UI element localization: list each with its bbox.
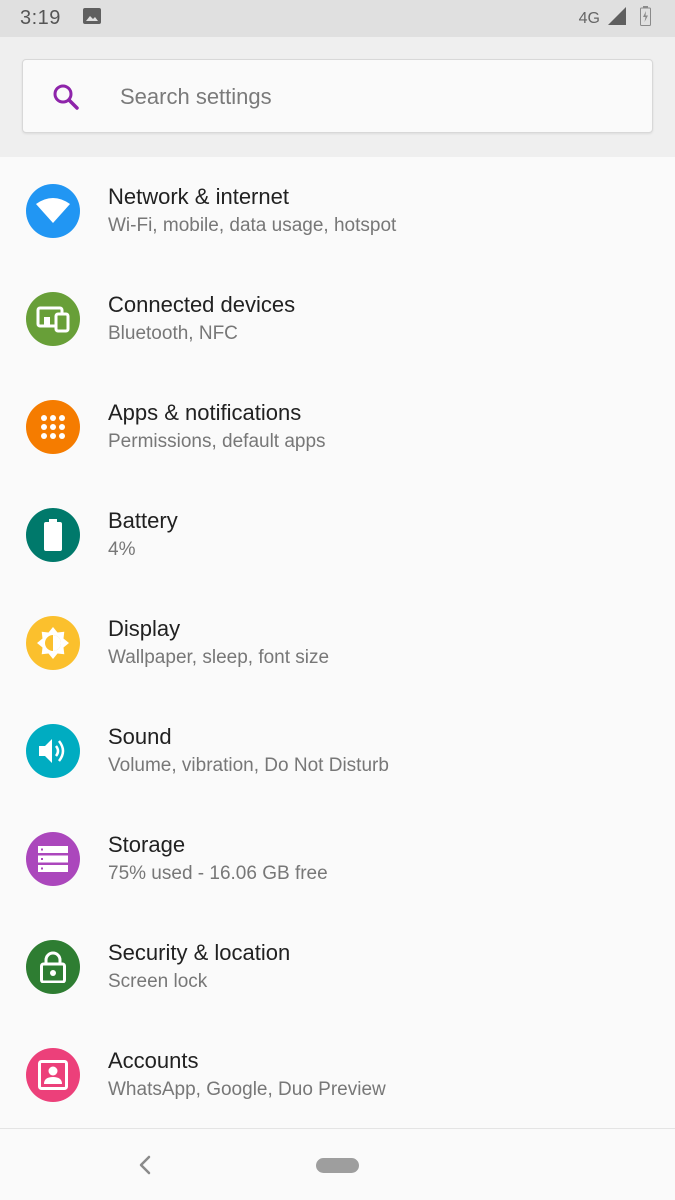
storage-icon — [26, 832, 80, 886]
image-icon — [82, 8, 101, 29]
setting-accounts[interactable]: Accounts WhatsApp, Google, Duo Preview — [0, 1021, 675, 1129]
lock-icon — [26, 940, 80, 994]
setting-title: Security & location — [108, 940, 291, 965]
setting-battery[interactable]: Battery 4% — [0, 481, 675, 589]
setting-subtitle: Screen lock — [108, 971, 208, 992]
setting-display[interactable]: Display Wallpaper, sleep, font size — [0, 589, 675, 697]
setting-title: Battery — [108, 508, 178, 533]
setting-subtitle: Permissions, default apps — [108, 431, 326, 452]
search-icon — [51, 82, 81, 112]
search-placeholder: Search settings — [120, 84, 272, 109]
setting-title: Sound — [108, 724, 172, 749]
signal-icon — [608, 7, 626, 30]
setting-network[interactable]: Network & internet Wi-Fi, mobile, data u… — [0, 157, 675, 265]
volume-icon — [26, 724, 80, 778]
setting-subtitle: 4% — [108, 539, 136, 560]
setting-title: Storage — [108, 832, 186, 857]
settings-list: Network & internet Wi-Fi, mobile, data u… — [0, 157, 675, 1128]
setting-title: Display — [108, 616, 181, 641]
apps-icon — [26, 400, 80, 454]
status-time: 3:19 — [20, 7, 61, 29]
setting-security[interactable]: Security & location Screen lock — [0, 913, 675, 1021]
status-bar: 3:19 4G — [0, 0, 675, 37]
setting-subtitle: Volume, vibration, Do Not Disturb — [108, 755, 389, 776]
back-icon[interactable] — [134, 1153, 156, 1177]
setting-subtitle: Bluetooth, NFC — [108, 323, 238, 344]
setting-subtitle: 75% used - 16.06 GB free — [108, 863, 328, 884]
account-icon — [26, 1048, 80, 1102]
setting-sound[interactable]: Sound Volume, vibration, Do Not Disturb — [0, 697, 675, 805]
brightness-icon — [26, 616, 80, 670]
setting-title: Network & internet — [108, 184, 289, 209]
network-type: 4G — [578, 9, 600, 27]
setting-apps[interactable]: Apps & notifications Permissions, defaul… — [0, 373, 675, 481]
setting-title: Connected devices — [108, 292, 296, 317]
devices-icon — [26, 292, 80, 346]
setting-title: Apps & notifications — [108, 400, 302, 425]
search-bar[interactable]: Search settings — [22, 59, 653, 133]
battery-icon — [26, 508, 80, 562]
setting-storage[interactable]: Storage 75% used - 16.06 GB free — [0, 805, 675, 913]
home-pill-icon[interactable] — [316, 1158, 359, 1173]
setting-subtitle: Wallpaper, sleep, font size — [108, 647, 330, 668]
setting-subtitle: WhatsApp, Google, Duo Preview — [108, 1079, 386, 1100]
battery-icon — [640, 6, 651, 31]
search-area: Search settings — [0, 37, 675, 157]
setting-connected-devices[interactable]: Connected devices Bluetooth, NFC — [0, 265, 675, 373]
setting-subtitle: Wi-Fi, mobile, data usage, hotspot — [108, 215, 397, 236]
navigation-bar — [0, 1128, 675, 1200]
wifi-icon — [26, 184, 80, 238]
setting-title: Accounts — [108, 1048, 199, 1073]
